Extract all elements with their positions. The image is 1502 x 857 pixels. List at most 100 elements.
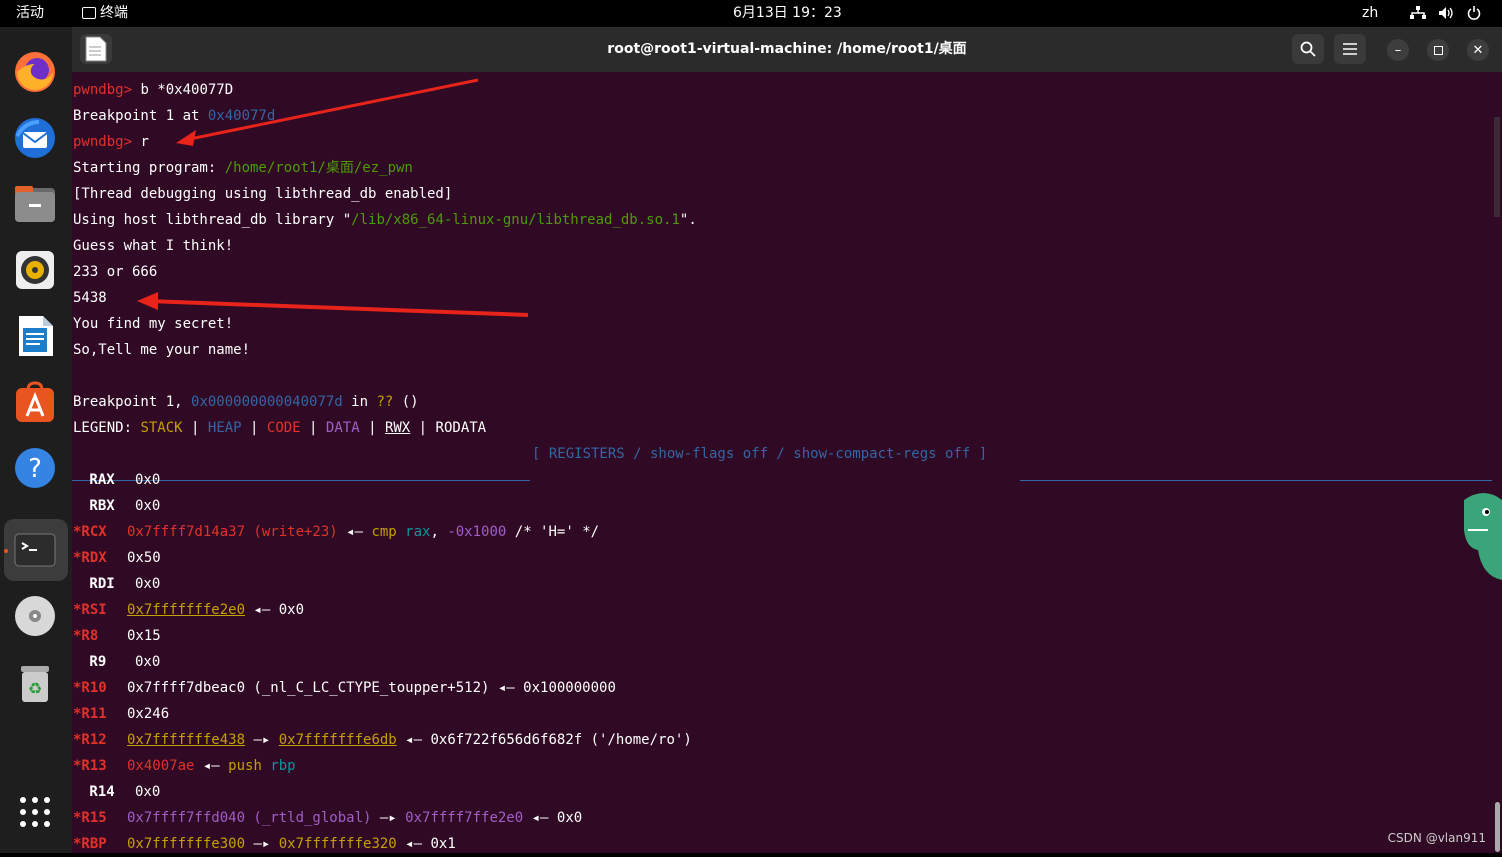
minimize-button[interactable]: –: [1387, 39, 1409, 61]
line-breakpoint-hit: Breakpoint 1, 0x000000000040077d in ?? (…: [73, 389, 419, 415]
reg-value: 0x7ffff7d14a37 (write+23): [127, 524, 338, 540]
tail: 0x0: [556, 810, 583, 826]
reg-r9: R9 0x0: [81, 649, 160, 675]
running-indicator: [4, 549, 8, 553]
prompt: pwndbg>: [73, 134, 133, 150]
command: b *0x40077D: [132, 82, 234, 98]
line-starting: Starting program: /home/root1/桌面/ez_pwn: [73, 155, 413, 181]
reg-r12: *R12 0x7fffffffe438 —▸ 0x7fffffffe6db ◂— …: [73, 727, 692, 753]
symbol: ??: [376, 394, 394, 410]
command: r: [132, 134, 149, 150]
line-legend: LEGEND: STACK | HEAP | CODE | DATA | RWX…: [73, 415, 486, 441]
network-icon: [1410, 6, 1426, 19]
input-language[interactable]: zh: [1362, 0, 1378, 27]
firefox-icon[interactable]: [12, 49, 58, 95]
sep: |: [241, 420, 267, 436]
files-icon[interactable]: [12, 181, 58, 227]
reg-rbp: *RBP 0x7fffffffe300 —▸ 0x7fffffffe320 ◂— …: [73, 831, 456, 857]
top-bar: 活动 终端 6月13日 19：23 zh: [0, 0, 1502, 27]
reg-name: *R8: [73, 628, 99, 644]
clock[interactable]: 6月13日 19：23: [733, 0, 842, 27]
trash-icon[interactable]: ♻: [12, 659, 58, 705]
dvd-icon[interactable]: [12, 593, 58, 639]
reg-rdi: RDI 0x0: [81, 571, 160, 597]
reg-rdx: *RDX 0x50: [73, 545, 161, 571]
text: Starting program:: [73, 160, 225, 176]
watermark: CSDN @vlan911: [1387, 831, 1486, 845]
reg-value: 0x0: [135, 472, 161, 488]
reg-rbx: RBX 0x0: [81, 493, 160, 519]
text: ".: [679, 212, 697, 228]
legend-code: CODE: [266, 420, 301, 436]
reg-name: RAX: [81, 472, 115, 488]
terminal-output[interactable]: pwndbg> b *0x40077D Breakpoint 1 at 0x40…: [72, 77, 1492, 853]
reg-rsi: *RSI 0x7fffffffe2e0 ◂— 0x0: [73, 597, 304, 623]
reg-r11: *R11 0x246: [73, 701, 169, 727]
reg-name: *RBP: [73, 836, 107, 852]
reg-name: *R15: [73, 810, 107, 826]
reg-value: 0x7ffff7ffd040 (_rtld_global): [127, 810, 372, 826]
help-icon[interactable]: ?: [12, 445, 58, 491]
close-icon: ✕: [1472, 42, 1484, 58]
tail: 0x0: [278, 602, 305, 618]
reg-name: *R11: [73, 706, 107, 722]
scrollbar-track-top[interactable]: [1494, 117, 1500, 217]
thunderbird-icon[interactable]: [12, 115, 58, 161]
text: Breakpoint 1 at: [73, 108, 208, 124]
reg-rcx: *RCX 0x7ffff7d14a37 (write+23) ◂— cmp rax…: [73, 519, 599, 545]
arrow: —▸: [245, 836, 279, 852]
terminal-icon[interactable]: [12, 527, 58, 573]
opcode: cmp: [371, 524, 397, 540]
reg-value: 0x0: [135, 654, 161, 670]
show-apps-icon[interactable]: [12, 789, 58, 835]
writer-icon[interactable]: [12, 313, 58, 359]
legend-heap: HEAP: [207, 420, 242, 436]
comma: ,: [430, 524, 448, 540]
close-button[interactable]: ✕: [1467, 39, 1489, 61]
mascot-icon: [1464, 493, 1502, 580]
scrollbar-thumb[interactable]: [1495, 802, 1500, 852]
path: /lib/x86_64-linux-gnu/libthread_db.so.1: [351, 212, 680, 228]
reg-name: *RSI: [73, 602, 107, 618]
menu-button[interactable]: [1334, 34, 1366, 64]
line-tellname: So,Tell me your name!: [73, 342, 251, 358]
sep: |: [182, 420, 208, 436]
line-cmd1: pwndbg> b *0x40077D: [73, 77, 233, 103]
line-guess: Guess what I think!: [73, 238, 234, 254]
line-thread: [Thread debugging using libthread_db ena…: [73, 186, 453, 202]
line-breakpoint-set: Breakpoint 1 at 0x40077d: [73, 103, 275, 129]
registers-divider: [72, 480, 1492, 482]
reg-value: 0x7fffffffe300: [127, 836, 246, 852]
rhythmbox-icon[interactable]: [12, 247, 58, 293]
line-cmd2: pwndbg> r: [73, 129, 149, 155]
address: 0x000000000040077d: [191, 394, 343, 410]
search-icon: [1300, 41, 1316, 57]
app-center-icon[interactable]: [12, 379, 58, 425]
reg-r10: *R10 0x7ffff7dbeac0 (_nl_C_LC_CTYPE_toupp…: [73, 675, 616, 701]
reg-value: 0x7ffff7dbeac0 (_nl_C_LC_CTYPE_toupper+5…: [127, 680, 490, 696]
sep: |: [410, 420, 436, 436]
reg-value: 0x7fffffffe2e0: [127, 602, 246, 618]
text: in: [342, 394, 377, 410]
opcode: push: [228, 758, 262, 774]
reg-value: 0x0: [135, 498, 161, 514]
legend-label: LEGEND:: [73, 420, 141, 436]
reg-value: 0x0: [135, 576, 161, 592]
maximize-button[interactable]: [1427, 39, 1449, 61]
system-tray[interactable]: [1410, 0, 1481, 27]
search-button[interactable]: [1292, 34, 1324, 64]
terminal-window: root@root1-virtual-machine: /home/root1/…: [72, 27, 1502, 853]
text: Using host libthread_db library ": [73, 212, 352, 228]
reg-name: R14: [81, 784, 115, 800]
reg-r14: R14 0x0: [81, 779, 160, 805]
registers-header: [ REGISTERS / show-flags off / show-comp…: [532, 446, 988, 462]
arrow: ◂—: [396, 836, 431, 852]
volume-icon: [1439, 7, 1454, 19]
text: Breakpoint 1,: [73, 394, 192, 410]
activities-button[interactable]: 活动: [16, 0, 44, 27]
terminal-small-icon: [82, 7, 96, 19]
app-menu[interactable]: 终端: [82, 0, 128, 27]
comment: /* 'H=' */: [506, 524, 600, 540]
reg-r13: *R13 0x4007ae ◂— push rbp: [73, 753, 296, 779]
reg-name: *R10: [73, 680, 107, 696]
